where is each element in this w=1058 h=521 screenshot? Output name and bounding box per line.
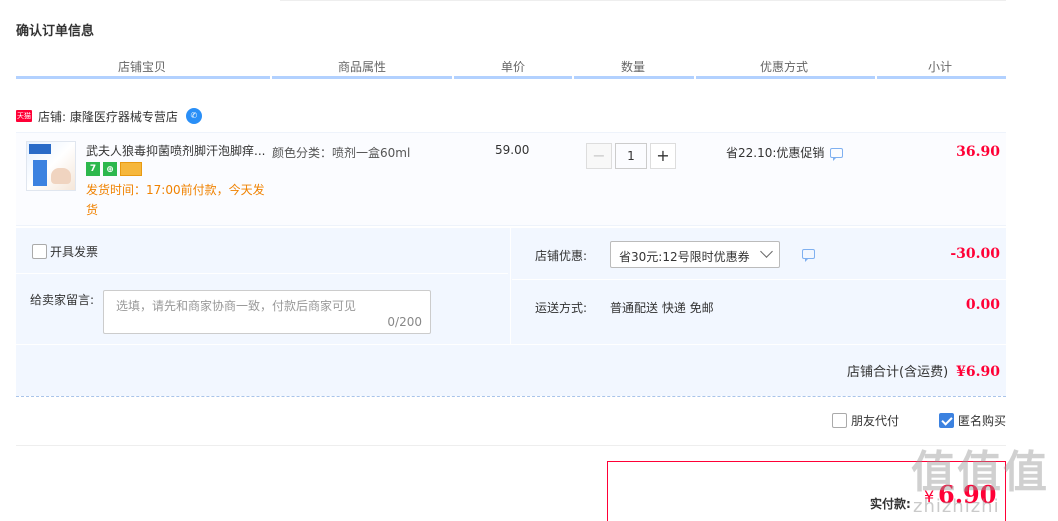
header-separator: [694, 76, 696, 79]
item-subtotal: 36.90: [956, 144, 1000, 160]
table-header: 店铺宝贝 商品属性 单价 数量 优惠方式 小计: [16, 58, 1006, 78]
column-header-item: 店铺宝贝: [118, 60, 167, 74]
top-divider: [280, 0, 1006, 1]
anonymous-purchase-checkbox[interactable]: [938, 413, 954, 428]
bottom-divider: [16, 445, 1006, 446]
header-separator: [572, 76, 574, 79]
shop-row: 天猫 店铺: 康隆医疗器械专营店 ✆: [16, 106, 202, 126]
tmall-icon: 天猫: [16, 110, 32, 122]
coupon-amount: -30.00: [950, 246, 1000, 262]
page-title: 确认订单信息: [16, 24, 95, 39]
message-placeholder: 选填，请先和商家协商一致，付款后商家可见: [116, 299, 357, 313]
coupon-select[interactable]: 省30元:12号限时优惠券: [610, 241, 780, 268]
increase-button[interactable]: +: [650, 143, 676, 169]
certified-icon[interactable]: ⊕: [103, 162, 117, 176]
wangwang-chat-icon[interactable]: ✆: [185, 108, 202, 124]
column-header-quantity: 数量: [621, 60, 646, 74]
column-header-attribute: 商品属性: [338, 60, 387, 74]
shop-name[interactable]: 店铺: 康隆医疗器械专营店: [38, 108, 178, 125]
chevron-down-icon: [760, 245, 773, 258]
quantity-stepper: − 1 +: [586, 143, 676, 169]
thumbnail-foot: [51, 168, 71, 184]
message-icon[interactable]: [830, 147, 844, 161]
message-icon[interactable]: [802, 249, 815, 262]
seven-day-return-icon[interactable]: 7: [86, 162, 100, 176]
panel-divider: [510, 228, 511, 344]
anonymous-purchase-label: 匿名购买: [957, 414, 1006, 428]
payment-options: 朋友代付 匿名购买: [831, 412, 1006, 429]
watermark-logo: 值值值 zhizhizhi: [907, 436, 1057, 521]
dashed-divider: [16, 396, 1006, 397]
watermark-glyphs: 值值值: [911, 447, 1049, 498]
friend-pay-label: 朋友代付: [850, 414, 899, 428]
friend-pay-option[interactable]: 朋友代付: [831, 412, 899, 429]
message-label: 给卖家留言:: [30, 293, 95, 307]
decrease-button[interactable]: −: [586, 143, 612, 169]
order-extras-panel: 开具发票 给卖家留言: 选填，请先和商家协商一致，付款后商家可见 0/200 店…: [16, 228, 1006, 396]
thumbnail-banner: [29, 144, 51, 154]
coupon-label: 店铺优惠:: [535, 249, 588, 263]
invoice-label: 开具发票: [50, 245, 99, 259]
promotion-text: 省22.10:优惠促销: [726, 146, 825, 160]
header-separator: [875, 76, 877, 79]
header-underline: [16, 76, 1006, 79]
message-char-count: 0/200: [387, 315, 422, 329]
anonymous-purchase-option[interactable]: 匿名购买: [938, 412, 1006, 429]
product-attribute: 颜色分类：喷剂一盒60ml: [272, 146, 411, 160]
coupon-row: 店铺优惠: 省30元:12号限时优惠券 -30.00: [512, 228, 1006, 280]
product-thumbnail[interactable]: [26, 141, 76, 191]
shipping-method: 普通配送 快递 免邮: [610, 301, 714, 315]
panel-divider: [16, 344, 1006, 345]
quantity-input[interactable]: 1: [615, 143, 647, 169]
product-title[interactable]: 武夫人狼毒抑菌喷剂脚汗泡脚痒...: [86, 142, 265, 159]
shipping-label: 运送方式:: [535, 301, 588, 315]
shipping-fee: 0.00: [965, 297, 1000, 313]
column-header-price: 单价: [501, 60, 526, 74]
ship-time-note: 发货时间：17:00前付款，今天发货: [86, 183, 265, 217]
shipping-row: 运送方式: 普通配送 快递 免邮 0.00: [512, 281, 1006, 344]
coupon-selected-value: 省30元:12号限时优惠券: [619, 250, 750, 264]
header-separator: [452, 76, 454, 79]
column-header-subtotal: 小计: [928, 60, 953, 74]
watermark-text: zhizhizhi: [913, 496, 1000, 517]
credit-card-icon[interactable]: [120, 162, 142, 176]
invoice-cell: 开具发票: [16, 228, 508, 274]
shop-total: 店铺合计(含运费) ¥6.90: [847, 361, 1000, 380]
shop-total-value: ¥6.90: [956, 364, 1000, 380]
service-icons: 7 ⊕: [86, 162, 142, 176]
order-item: 武夫人狼毒抑菌喷剂脚汗泡脚痒... 颜色分类：喷剂一盒60ml 59.00 7 …: [16, 132, 1006, 226]
header-separator: [270, 76, 272, 79]
shop-total-label: 店铺合计(含运费): [847, 365, 949, 380]
promotion: 省22.10:优惠促销: [726, 144, 844, 161]
column-header-promotion: 优惠方式: [760, 60, 809, 74]
payment-label: 实付款:: [870, 497, 911, 511]
invoice-checkbox[interactable]: [32, 244, 47, 259]
seller-message-field[interactable]: 选填，请先和商家协商一致，付款后商家可见 0/200: [103, 290, 431, 334]
unit-price: 59.00: [495, 143, 530, 157]
friend-pay-checkbox[interactable]: [831, 413, 847, 428]
invoice-option[interactable]: 开具发票: [32, 243, 98, 260]
thumbnail-product-box: [33, 160, 47, 186]
